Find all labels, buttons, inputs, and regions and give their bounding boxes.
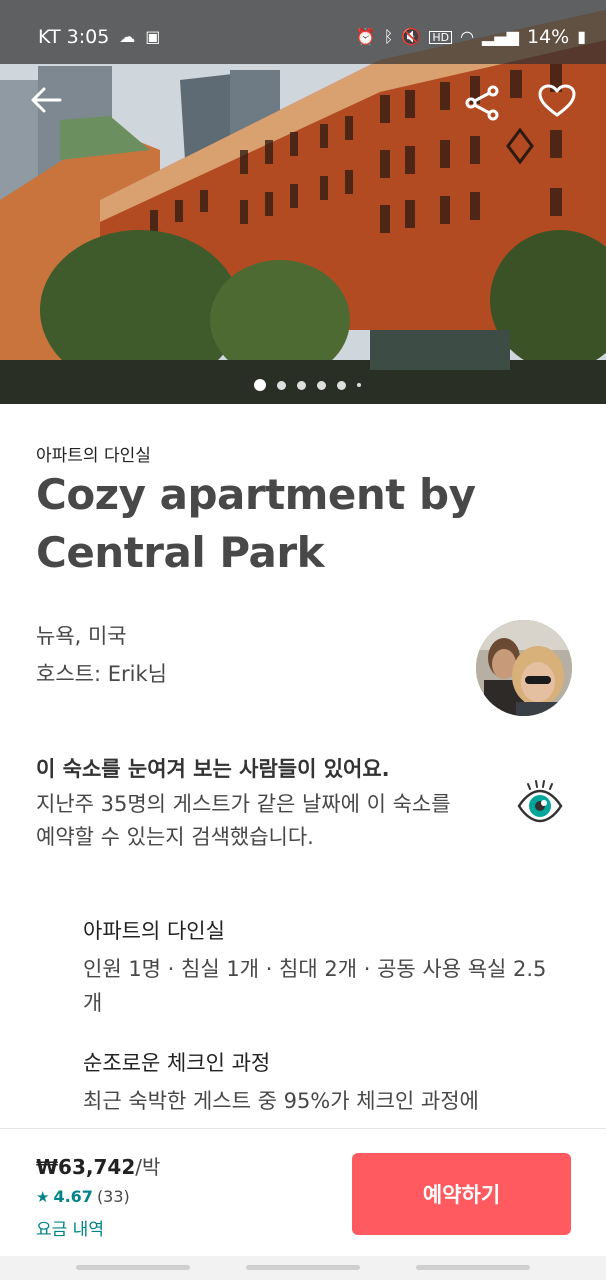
listing-title: Cozy apartment by Central Park <box>36 470 476 577</box>
battery-level: 14% <box>526 26 570 48</box>
feature-title-checkin: 순조로운 체크인 과정 <box>83 1051 271 1075</box>
eye-icon <box>516 778 564 824</box>
hd-icon: HD <box>429 30 453 44</box>
nightly-price: ₩63,742/박 <box>36 1151 160 1180</box>
carousel-dot[interactable] <box>337 380 346 390</box>
feature-title-room-type: 아파트의 다인실 <box>83 919 225 943</box>
host-avatar[interactable] <box>476 620 572 716</box>
price-amount: ₩63,742 <box>36 1155 136 1179</box>
wifi-icon: ◠ <box>460 27 475 46</box>
share-button[interactable] <box>464 84 506 126</box>
carrier-time: KT 3:05 <box>38 26 110 48</box>
feature-body-room-type: 인원 1명 · 침실 1개 · 침대 2개 · 공동 사용 욕실 2.5개 <box>83 957 547 1015</box>
signal-icon: ▂▄▆ <box>482 27 519 46</box>
listing-host: 호스트: Erik님 <box>36 662 167 686</box>
mute-icon: 🔇 <box>401 27 422 46</box>
arrow-left-icon <box>31 87 62 113</box>
status-bar: KT 3:05 ☁ ▣ ⏰ ᛒ 🔇 HD ◠ ▂▄▆ 14% ▮ <box>0 0 606 64</box>
price-details-link[interactable]: 요금 내역 <box>36 1215 104 1240</box>
photo-search-icon: ▣ <box>145 27 161 46</box>
listing-location: 뉴욕, 미국 <box>36 624 127 648</box>
demand-notice-title: 이 숙소를 눈여겨 보는 사람들이 있어요. <box>36 757 390 781</box>
nav-back[interactable] <box>416 1265 530 1270</box>
listing-photo-carousel[interactable]: KT 3:05 ☁ ▣ ⏰ ᛒ 🔇 HD ◠ ▂▄▆ 14% ▮ <box>0 0 606 404</box>
star-icon: ★ <box>36 1187 50 1206</box>
listing-screen: KT 3:05 ☁ ▣ ⏰ ᛒ 🔇 HD ◠ ▂▄▆ 14% ▮ 아파트의 다인… <box>0 0 606 1280</box>
battery-icon: ▮ <box>577 27 586 46</box>
share-icon <box>465 85 499 121</box>
nav-recent-apps[interactable] <box>76 1265 190 1270</box>
review-count: (33) <box>96 1187 130 1206</box>
cloud-icon: ☁ <box>119 27 136 46</box>
bluetooth-icon: ᛒ <box>383 27 394 46</box>
price-unit: /박 <box>135 1155 161 1179</box>
nav-home[interactable] <box>246 1265 360 1270</box>
listing-rating[interactable]: ★ 4.67 (33) <box>36 1187 130 1206</box>
booking-bar: ₩63,742/박 ★ 4.67 (33) 요금 내역 예약하기 <box>0 1128 606 1257</box>
system-nav-bar <box>0 1256 606 1280</box>
carousel-dot[interactable] <box>277 380 286 390</box>
back-button[interactable] <box>30 86 70 126</box>
feature-body-checkin: 최근 숙박한 게스트 중 95%가 체크인 과정에 <box>83 1089 479 1113</box>
carousel-dot[interactable] <box>297 380 306 390</box>
carousel-dot[interactable] <box>254 379 266 391</box>
carousel-dot[interactable] <box>357 383 361 387</box>
listing-category: 아파트의 다인실 <box>36 446 151 466</box>
carousel-dot[interactable] <box>317 380 326 390</box>
rating-score: 4.67 <box>53 1187 93 1206</box>
carousel-pagination <box>254 379 361 391</box>
host-photo <box>476 620 572 716</box>
demand-notice-body: 지난주 35명의 게스트가 같은 날짜에 이 숙소를 예약할 수 있는지 검색했… <box>36 792 451 849</box>
heart-icon <box>538 84 576 117</box>
alarm-icon: ⏰ <box>355 27 376 46</box>
reserve-button[interactable]: 예약하기 <box>352 1153 571 1235</box>
save-wishlist-button[interactable] <box>538 84 580 126</box>
